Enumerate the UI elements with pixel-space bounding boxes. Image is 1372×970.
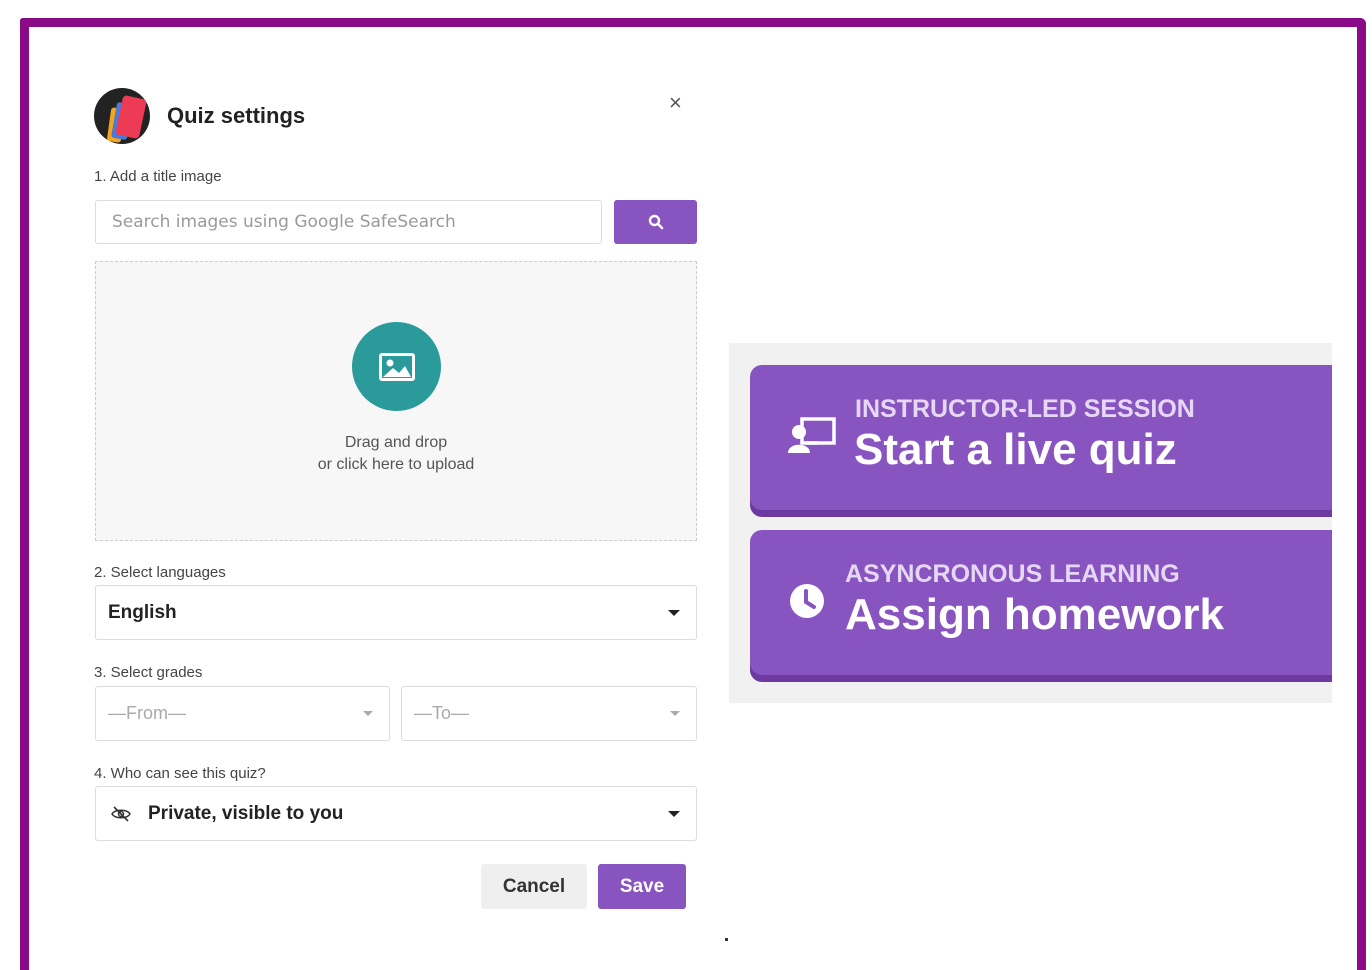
live-quiz-subtitle: INSTRUCTOR-LED SESSION [855, 395, 1195, 423]
app-logo [94, 88, 150, 144]
homework-title: Assign homework [845, 590, 1224, 639]
search-icon [648, 214, 663, 230]
visibility-select[interactable]: Private, visible to you [95, 786, 697, 841]
step2-label: 2. Select languages [94, 564, 226, 581]
live-quiz-title: Start a live quiz [854, 425, 1177, 474]
image-icon [378, 352, 415, 381]
grade-to-select[interactable]: —To— [401, 686, 697, 741]
grade-to-placeholder: —To— [414, 703, 470, 723]
quiz-settings-modal: Quiz settings × 1. Add a title image Dra… [94, 84, 697, 914]
step4-label: 4. Who can see this quiz? [94, 765, 266, 782]
close-icon[interactable]: × [669, 92, 682, 114]
upload-text-primary: Drag and drop [344, 434, 448, 451]
clock-icon [790, 584, 824, 618]
image-search-button[interactable] [614, 200, 697, 244]
grade-from-select[interactable]: —From— [95, 686, 390, 741]
upload-button[interactable] [352, 322, 441, 411]
presentation-icon [788, 417, 836, 453]
stray-dot [725, 938, 728, 941]
language-value: English [108, 601, 177, 623]
chevron-down-icon [670, 711, 680, 716]
upload-text-secondary: or click here to upload [317, 456, 475, 473]
chevron-down-icon [363, 711, 373, 716]
start-live-quiz-button[interactable]: INSTRUCTOR-LED SESSION Start a live quiz [750, 365, 1332, 510]
step3-label: 3. Select grades [94, 664, 203, 681]
assign-homework-button[interactable]: ASYNCRONOUS LEARNING Assign homework [750, 530, 1332, 675]
cancel-button[interactable]: Cancel [481, 864, 587, 909]
visibility-value: Private, visible to you [148, 802, 344, 824]
image-search-input[interactable] [95, 200, 602, 244]
language-select[interactable]: English [95, 585, 697, 640]
modal-title: Quiz settings [167, 103, 306, 128]
image-upload-dropzone[interactable]: Drag and drop or click here to upload [95, 261, 697, 541]
grade-from-placeholder: —From— [108, 703, 186, 723]
step1-label: 1. Add a title image [94, 168, 222, 185]
launch-options-panel: INSTRUCTOR-LED SESSION Start a live quiz… [729, 343, 1332, 703]
chevron-down-icon [668, 610, 680, 616]
eye-slash-icon [111, 805, 131, 822]
save-button[interactable]: Save [598, 864, 686, 909]
chevron-down-icon [668, 811, 680, 817]
homework-subtitle: ASYNCRONOUS LEARNING [845, 560, 1180, 588]
